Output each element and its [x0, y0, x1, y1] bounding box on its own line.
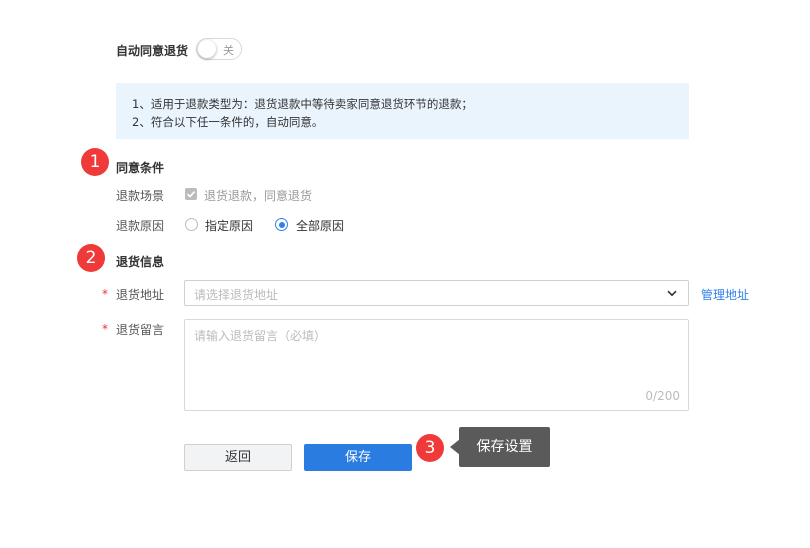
return-address-placeholder: 请选择退货地址 — [194, 288, 279, 302]
required-mark: * — [102, 322, 108, 336]
chevron-down-icon — [667, 290, 677, 297]
radio-specified-reason-label[interactable]: 指定原因 — [205, 217, 253, 234]
save-settings-tooltip: 保存设置 — [459, 427, 550, 467]
notice-line: 2、符合以下任一条件的，自动同意。 — [132, 115, 324, 129]
radio-specified-reason[interactable] — [185, 218, 198, 231]
refund-scene-checkbox[interactable] — [185, 188, 197, 200]
refund-reason-label: 退款原因 — [116, 219, 165, 233]
step-badge-3: 3 — [416, 434, 444, 462]
step-badge-1: 1 — [81, 148, 109, 176]
return-address-select[interactable]: 请选择退货地址 — [184, 280, 689, 306]
toggle-knob — [198, 40, 216, 58]
return-message-textarea[interactable]: 请输入退货留言（必填） 0/200 — [184, 319, 689, 411]
manage-address-link[interactable]: 管理地址 — [701, 286, 749, 303]
toggle-state-text: 关 — [223, 44, 234, 57]
radio-all-reasons[interactable] — [275, 218, 288, 231]
required-mark: * — [102, 287, 108, 301]
notice-line: 1、适用于退款类型为：退货退款中等待卖家同意退货环节的退款； — [132, 97, 473, 111]
radio-all-reasons-label[interactable]: 全部原因 — [296, 217, 344, 234]
section-title-return-info: 退货信息 — [116, 255, 165, 269]
back-button[interactable]: 返回 — [184, 444, 292, 471]
refund-scene-option: 退货退款，同意退货 — [204, 189, 313, 203]
return-address-label: 退货地址 — [116, 288, 165, 302]
save-button[interactable]: 保存 — [304, 444, 412, 471]
section-title-conditions: 同意条件 — [116, 161, 165, 175]
step-badge-2: 2 — [77, 244, 105, 272]
refund-scene-label: 退款场景 — [116, 189, 165, 203]
return-message-label: 退货留言 — [116, 323, 165, 337]
auto-agree-title: 自动同意退货 — [116, 44, 189, 58]
auto-agree-toggle[interactable]: 关 — [196, 38, 242, 60]
return-message-placeholder: 请输入退货留言（必填） — [194, 329, 327, 343]
check-icon — [186, 191, 196, 198]
notice-box: 1、适用于退款类型为：退货退款中等待卖家同意退货环节的退款； 2、符合以下任一条… — [116, 83, 689, 139]
char-counter: 0/200 — [645, 389, 680, 403]
